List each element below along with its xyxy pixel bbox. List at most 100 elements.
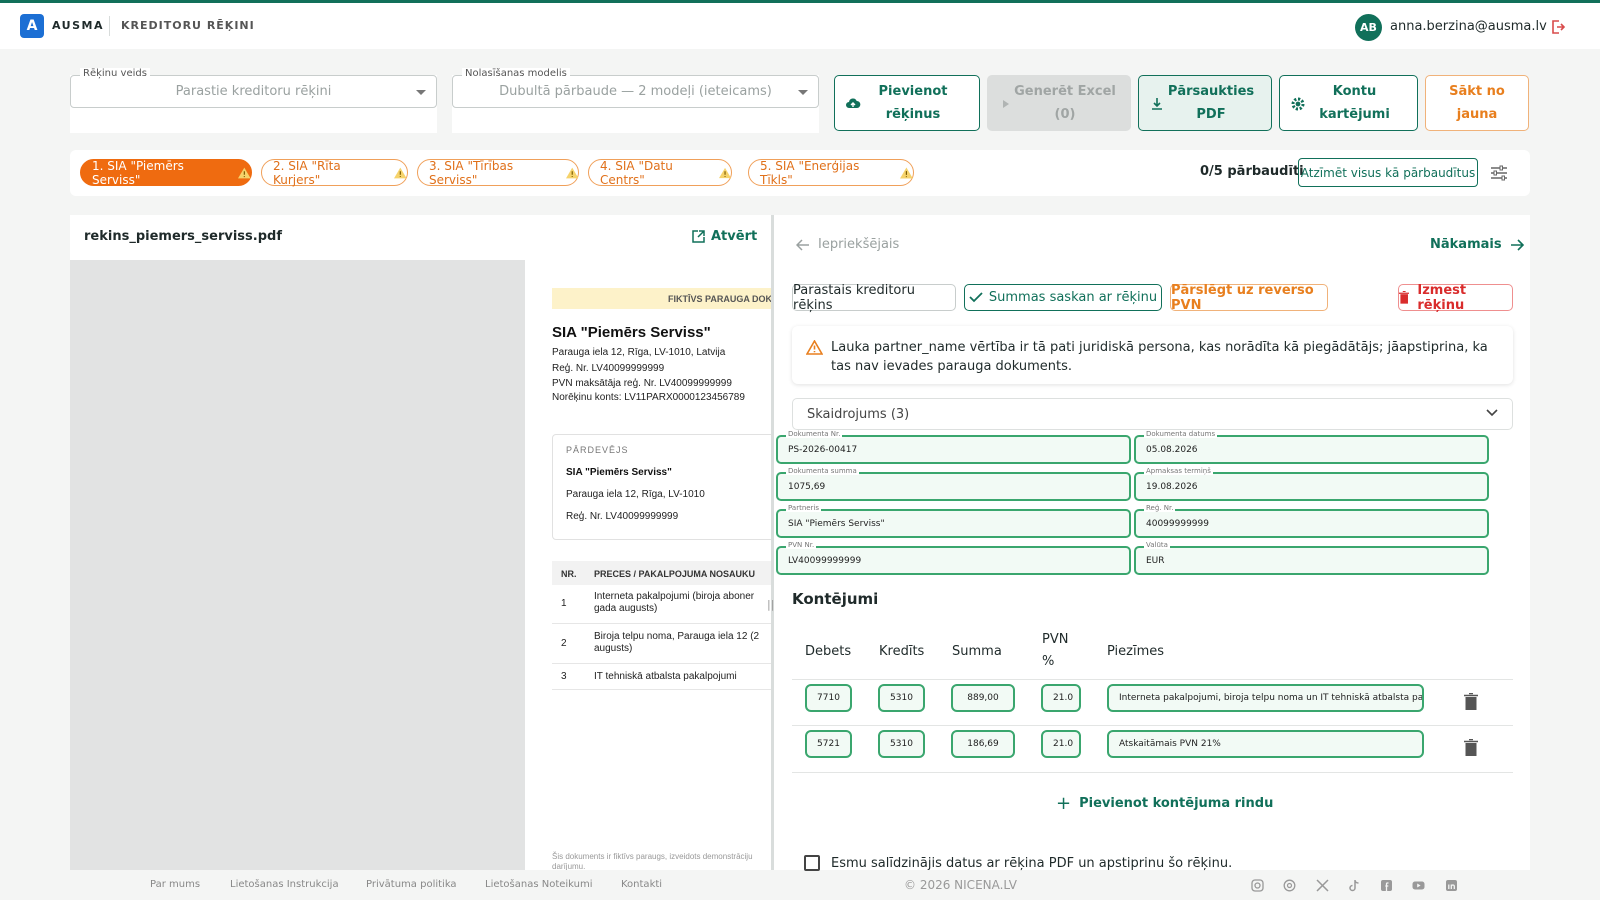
field-label: Reģ. Nr. [1144, 504, 1176, 512]
field-value[interactable]: PS-2026-00417 [788, 445, 857, 455]
model-value[interactable]: Dubultā pārbaude — 2 modeļi (ieteicams) [452, 75, 819, 108]
trash-icon[interactable] [1464, 693, 1478, 710]
previous-button[interactable]: Iepriekšējais [796, 237, 899, 252]
vat-input[interactable]: 21.0 [1041, 684, 1081, 712]
invoice-type-chip[interactable]: Parastais kreditoru rēķins [792, 283, 956, 313]
youtube-icon[interactable] [1412, 879, 1425, 892]
check-icon [969, 292, 983, 303]
explanation-label: Skaidrojums (3) [807, 407, 910, 422]
credit-input[interactable]: 5310 [878, 684, 925, 712]
instagram-icon[interactable] [1251, 879, 1264, 892]
download-pdf-button[interactable]: Pārsaukties PDF [1138, 75, 1272, 131]
notes-input[interactable]: Atskaitāmais PVN 21% [1107, 730, 1424, 758]
document-sum-field[interactable]: Dokumenta summa 1075,69 [776, 467, 1131, 501]
linkedin-icon[interactable] [1445, 879, 1458, 892]
vat-input[interactable]: 21.0 [1041, 730, 1081, 758]
field-value[interactable]: EUR [1146, 556, 1165, 566]
checkbox-icon[interactable] [804, 855, 820, 871]
delete-invoice-button[interactable]: Izmest rēķinu [1398, 283, 1513, 313]
logout-icon[interactable] [1550, 19, 1566, 35]
field-value[interactable]: LV40099999999 [788, 556, 861, 566]
avatar[interactable]: AB [1355, 14, 1382, 41]
debit-input[interactable]: 7710 [805, 684, 852, 712]
document-date-field[interactable]: Dokumenta datums 05.08.2026 [1134, 430, 1489, 464]
open-pdf-link[interactable]: Atvērt [692, 229, 757, 244]
generate-excel-label-1: Generēt Excel [1014, 84, 1116, 99]
invoice-tab-2[interactable]: 2. SIA "Rīta Kurjers" [261, 159, 408, 187]
mark-all-checked-button[interactable]: Atzīmēt visus kā pārbaudītus [1298, 158, 1478, 187]
field-value[interactable]: 40099999999 [1146, 519, 1209, 529]
app-logo[interactable]: A [20, 14, 44, 38]
tune-icon[interactable] [1490, 165, 1508, 181]
currency-field[interactable]: Valūta EUR [1134, 541, 1489, 575]
pdf-col-name: PRECES / PAKALPOJUMA NOSAUKU [594, 569, 756, 579]
debit-input[interactable]: 5721 [805, 730, 852, 758]
table-row: 3 IT tehniskā atbalsta pakalpojumi [552, 664, 771, 690]
footer-link-privacy[interactable]: Privātuma politika [366, 879, 457, 890]
seller-box: PĀRDEVĒJS SIA "Piemērs Serviss" Parauga … [552, 434, 771, 540]
field-value[interactable]: 19.08.2026 [1146, 482, 1198, 492]
divider [792, 679, 1513, 680]
pdf-panel: rekins_piemers_serviss.pdf Atvērt FIKTĪV… [70, 215, 771, 870]
reverse-vat-button[interactable]: Pārslēgt uz reverso PVN [1170, 283, 1328, 313]
account-mappings-button[interactable]: Kontu kartējumi [1279, 75, 1418, 131]
footer-link-about[interactable]: Par mums [150, 879, 200, 890]
sums-match-chip[interactable]: Summas saskan ar rēķinu [964, 284, 1162, 311]
checked-count: 0/5 pārbaudīti [1200, 164, 1304, 179]
field-label: Valūta [1144, 541, 1170, 549]
document-number-field[interactable]: Dokumenta Nr. PS-2026-00417 [776, 430, 1131, 464]
invoice-tab-4[interactable]: 4. SIA "Datu Centrs" [588, 158, 732, 187]
field-label: Partneris [786, 504, 822, 512]
footer-link-contacts[interactable]: Kontakti [621, 879, 662, 890]
gear-icon [1291, 97, 1305, 111]
external-link-icon [692, 230, 705, 243]
tiktok-icon[interactable] [1348, 879, 1361, 892]
generate-excel-button[interactable]: Generēt Excel (0) [987, 75, 1131, 131]
next-button[interactable]: Nākamais [1430, 237, 1524, 252]
col-vat: PVN % [1042, 629, 1068, 673]
invoice-detail-panel: Iepriekšējais Nākamais Parastais kredito… [774, 215, 1530, 871]
postings-title: Kontējumi [792, 590, 879, 608]
invoice-tab-1[interactable]: 1. SIA "Piemērs Serviss" [80, 159, 252, 187]
restart-button[interactable]: Sākt no jauna [1425, 75, 1529, 131]
facebook-icon[interactable] [1380, 879, 1393, 892]
download-pdf-label-2: PDF [1196, 107, 1226, 122]
trash-icon[interactable] [1464, 739, 1478, 756]
footer-link-terms[interactable]: Lietošanas Noteikumi [485, 879, 593, 890]
threads-icon[interactable] [1283, 879, 1296, 892]
divider [792, 725, 1513, 726]
invoice-tab-5[interactable]: 5. SIA "Enerģijas Tīkls" [748, 159, 914, 187]
invoice-tab-label: 4. SIA "Datu Centrs" [600, 158, 673, 187]
reg-number-field[interactable]: Reģ. Nr. 40099999999 [1134, 504, 1489, 538]
generate-excel-label-2: (0) [1054, 107, 1076, 122]
pdf-row-desc: Biroja telpu noma, Parauga iela 12 (2 au… [594, 631, 760, 654]
field-value[interactable]: SIA "Piemērs Serviss" [788, 519, 885, 529]
invoice-type-value[interactable]: Parastie kreditoru rēķini [70, 75, 437, 108]
partner-field[interactable]: Partneris SIA "Piemērs Serviss" [776, 504, 1131, 538]
add-invoices-button[interactable]: Pievienot rēķinus [834, 75, 980, 131]
confirm-checkbox[interactable]: Esmu salīdzinājis datus ar rēķina PDF un… [804, 855, 1232, 871]
invoice-tab-3[interactable]: 3. SIA "Tīrības Serviss" [417, 159, 579, 187]
field-value[interactable]: 1075,69 [788, 482, 825, 492]
sum-input[interactable]: 186,69 [951, 730, 1015, 758]
explanation-accordion[interactable]: Skaidrojums (3) [792, 398, 1513, 430]
warning-box: Lauka partner_name vērtība ir tā pati ju… [792, 326, 1513, 384]
credit-input[interactable]: 5310 [878, 730, 925, 758]
sum-input[interactable]: 889,00 [951, 684, 1015, 712]
field-value[interactable]: 05.08.2026 [1146, 445, 1198, 455]
notes-input[interactable]: Interneta pakalpojumi, biroja telpu noma… [1107, 684, 1424, 712]
x-icon[interactable] [1316, 879, 1329, 892]
pdf-page[interactable]: FIKTĪVS PARAUGA DOK SIA "Piemērs Serviss… [525, 260, 771, 870]
footer-link-instructions[interactable]: Lietošanas Instrukcija [230, 879, 339, 890]
due-date-field[interactable]: Apmaksas termiņš 19.08.2026 [1134, 467, 1489, 501]
pdf-footnote: Šis dokuments ir fiktīvs paraugs, izveid… [552, 852, 753, 870]
pdf-header: rekins_piemers_serviss.pdf Atvērt [70, 215, 771, 260]
copyright: © 2026 NICENA.LV [904, 878, 1018, 892]
add-posting-row-button[interactable]: + Pievienot kontējuma rindu [1056, 793, 1273, 814]
model-select[interactable]: Dubultā pārbaude — 2 modeļi (ieteicams) … [452, 68, 819, 133]
pdf-col-nr: NR. [561, 569, 577, 579]
col-sum: Summa [952, 644, 1002, 659]
seller-address: Parauga iela 12, Rīga, LV-1010 [566, 489, 705, 500]
invoice-type-select[interactable]: Parastie kreditoru rēķini Rēķinu veids [70, 68, 437, 133]
vat-number-field[interactable]: PVN Nr. LV40099999999 [776, 541, 1131, 575]
